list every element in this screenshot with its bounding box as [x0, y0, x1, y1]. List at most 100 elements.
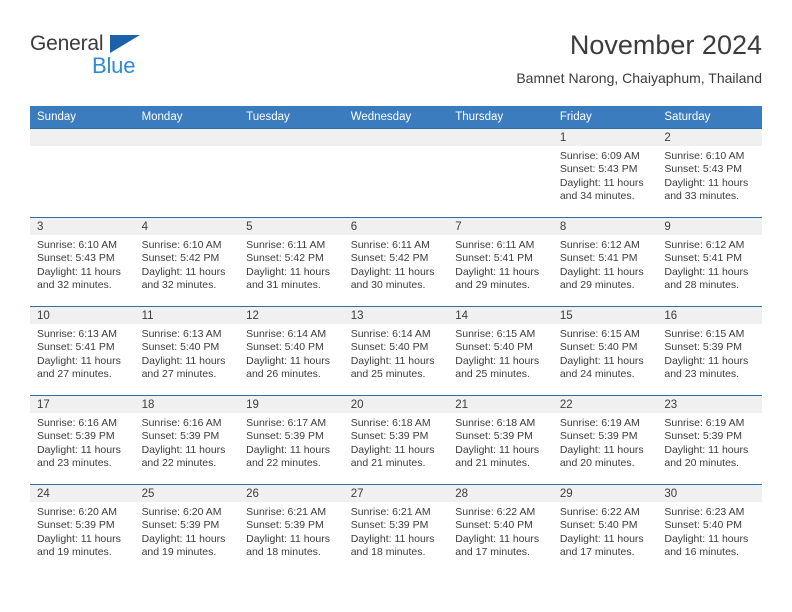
- day-details: Sunrise: 6:20 AM Sunset: 5:39 PM Daylight:…: [135, 502, 240, 560]
- daylight-text: Daylight: 11 hours and 25 minutes.: [350, 354, 435, 381]
- day-number: 7: [448, 218, 553, 235]
- sunrise-text: Sunrise: 6:13 AM: [141, 328, 222, 340]
- sunrise-text: Sunrise: 6:12 AM: [559, 239, 640, 251]
- sunrise-text: Sunrise: 6:23 AM: [664, 506, 745, 518]
- sunrise-text: Sunrise: 6:21 AM: [246, 506, 327, 518]
- daylight-text: Daylight: 11 hours and 27 minutes.: [37, 354, 121, 381]
- page-title: November 2024: [569, 30, 762, 60]
- daylight-text: Daylight: 11 hours and 28 minutes.: [664, 265, 749, 292]
- calendar-day-cell[interactable]: 10 Sunrise: 6:13 AM Sunset: 5:41 PM Dayligh…: [30, 306, 135, 396]
- day-details: Sunrise: 6:13 AM Sunset: 5:40 PM Daylight:…: [135, 324, 240, 382]
- day-cell-content: 14 Sunrise: 6:15 AM Sunset: 5:40 PM Dayligh…: [448, 307, 553, 395]
- calendar-day-cell[interactable]: 18 Sunrise: 6:16 AM Sunset: 5:39 PM Dayligh…: [134, 395, 240, 485]
- calendar-day-cell[interactable]: 2 Sunrise: 6:10 AM Sunset: 5:43 PM Daylight…: [657, 128, 762, 218]
- calendar-day-cell[interactable]: 4 Sunrise: 6:10 AM Sunset: 5:42 PM Daylight…: [134, 217, 240, 307]
- day-number: 29: [552, 485, 658, 502]
- page-subtitle: Bamnet Narong, Chaiyaphum, Thailand: [516, 70, 762, 86]
- page-header: General Blue November 2024 Bamnet Narong…: [30, 28, 762, 98]
- sunrise-text: Sunrise: 6:20 AM: [141, 506, 222, 518]
- calendar-day-cell[interactable]: 30 Sunrise: 6:23 AM Sunset: 5:40 PM Dayligh…: [657, 484, 762, 573]
- calendar-day-cell[interactable]: 11 Sunrise: 6:13 AM Sunset: 5:40 PM Dayligh…: [134, 306, 240, 396]
- calendar-day-cell[interactable]: 15 Sunrise: 6:15 AM Sunset: 5:40 PM Dayligh…: [552, 306, 658, 396]
- calendar-day-cell[interactable]: [343, 128, 449, 218]
- daylight-text: Daylight: 11 hours and 24 minutes.: [559, 354, 644, 381]
- daylight-text: Daylight: 11 hours and 16 minutes.: [664, 532, 749, 559]
- daylight-text: Daylight: 11 hours and 31 minutes.: [246, 265, 330, 292]
- calendar-day-cell[interactable]: 6 Sunrise: 6:11 AM Sunset: 5:42 PM Daylight…: [343, 217, 449, 307]
- day-cell-content: 25 Sunrise: 6:20 AM Sunset: 5:39 PM Dayligh…: [134, 485, 240, 573]
- daylight-text: Daylight: 11 hours and 30 minutes.: [350, 265, 435, 292]
- day-cell-content: 17 Sunrise: 6:16 AM Sunset: 5:39 PM Dayligh…: [30, 396, 135, 484]
- calendar-day-cell[interactable]: 3 Sunrise: 6:10 AM Sunset: 5:43 PM Daylight…: [30, 217, 135, 307]
- weekday-header-sunday: Sunday: [30, 106, 135, 129]
- calendar-day-cell[interactable]: 16 Sunrise: 6:15 AM Sunset: 5:39 PM Dayligh…: [657, 306, 762, 396]
- sunrise-text: Sunrise: 6:20 AM: [37, 506, 117, 518]
- day-number: 3: [30, 218, 135, 235]
- calendar-day-cell[interactable]: [448, 128, 553, 218]
- sunset-text: Sunset: 5:40 PM: [559, 519, 638, 532]
- calendar-day-cell[interactable]: 28 Sunrise: 6:22 AM Sunset: 5:40 PM Dayligh…: [448, 484, 553, 573]
- calendar-day-cell[interactable]: 25 Sunrise: 6:20 AM Sunset: 5:39 PM Dayligh…: [134, 484, 240, 573]
- day-cell-content: 10 Sunrise: 6:13 AM Sunset: 5:41 PM Dayligh…: [30, 307, 135, 395]
- calendar-day-cell[interactable]: 19 Sunrise: 6:17 AM Sunset: 5:39 PM Dayligh…: [239, 395, 344, 485]
- sunset-text: Sunset: 5:40 PM: [350, 341, 429, 354]
- sunrise-text: Sunrise: 6:13 AM: [37, 328, 117, 340]
- calendar-day-cell[interactable]: [30, 128, 135, 218]
- day-number: 28: [448, 485, 553, 502]
- sunrise-text: Sunrise: 6:10 AM: [664, 150, 745, 162]
- day-details: Sunrise: 6:21 AM Sunset: 5:39 PM Daylight:…: [344, 502, 449, 560]
- day-number: [343, 129, 449, 146]
- day-cell-content: 20 Sunrise: 6:18 AM Sunset: 5:39 PM Dayligh…: [343, 396, 449, 484]
- weekday-header-saturday: Saturday: [657, 106, 762, 129]
- sunrise-text: Sunrise: 6:22 AM: [455, 506, 536, 518]
- daylight-text: Daylight: 11 hours and 23 minutes.: [37, 443, 121, 470]
- day-cell-content: 26 Sunrise: 6:21 AM Sunset: 5:39 PM Dayligh…: [239, 485, 344, 573]
- sunset-text: Sunset: 5:41 PM: [455, 252, 533, 265]
- day-details: Sunrise: 6:18 AM Sunset: 5:39 PM Daylight:…: [448, 413, 553, 471]
- calendar-day-cell[interactable]: [239, 128, 344, 218]
- calendar-day-cell[interactable]: 14 Sunrise: 6:15 AM Sunset: 5:40 PM Dayligh…: [448, 306, 553, 396]
- day-cell-content: [134, 129, 240, 217]
- day-details: Sunrise: 6:22 AM Sunset: 5:40 PM Daylight:…: [553, 502, 658, 560]
- calendar-day-cell[interactable]: 12 Sunrise: 6:14 AM Sunset: 5:40 PM Dayligh…: [239, 306, 344, 396]
- calendar-day-cell[interactable]: [134, 128, 240, 218]
- calendar-day-cell[interactable]: 17 Sunrise: 6:16 AM Sunset: 5:39 PM Dayligh…: [30, 395, 135, 485]
- daylight-text: Daylight: 11 hours and 22 minutes.: [246, 443, 330, 470]
- calendar-day-cell[interactable]: 7 Sunrise: 6:11 AM Sunset: 5:41 PM Daylight…: [448, 217, 553, 307]
- daylight-text: Daylight: 11 hours and 18 minutes.: [350, 532, 435, 559]
- calendar-day-cell[interactable]: 24 Sunrise: 6:20 AM Sunset: 5:39 PM Dayligh…: [30, 484, 135, 573]
- day-details: Sunrise: 6:10 AM Sunset: 5:42 PM Daylight:…: [135, 235, 240, 293]
- calendar-day-cell[interactable]: 1 Sunrise: 6:09 AM Sunset: 5:43 PM Daylight…: [552, 128, 658, 218]
- day-number: 20: [343, 396, 449, 413]
- day-number: 9: [657, 218, 762, 235]
- day-cell-content: [343, 129, 449, 217]
- day-details: Sunrise: 6:23 AM Sunset: 5:40 PM Daylight:…: [657, 502, 762, 560]
- calendar-day-cell[interactable]: 5 Sunrise: 6:11 AM Sunset: 5:42 PM Daylight…: [239, 217, 344, 307]
- calendar-day-cell[interactable]: 22 Sunrise: 6:19 AM Sunset: 5:39 PM Dayligh…: [552, 395, 658, 485]
- sunset-text: Sunset: 5:39 PM: [664, 430, 743, 443]
- sunset-text: Sunset: 5:39 PM: [246, 519, 324, 532]
- day-details: Sunrise: 6:10 AM Sunset: 5:43 PM Daylight:…: [30, 235, 135, 293]
- calendar-day-cell[interactable]: 9 Sunrise: 6:12 AM Sunset: 5:41 PM Daylight…: [657, 217, 762, 307]
- calendar-day-cell[interactable]: 29 Sunrise: 6:22 AM Sunset: 5:40 PM Dayligh…: [552, 484, 658, 573]
- day-number: 5: [239, 218, 344, 235]
- weekday-header-thursday: Thursday: [448, 106, 553, 129]
- calendar-day-cell[interactable]: 8 Sunrise: 6:12 AM Sunset: 5:41 PM Daylight…: [552, 217, 658, 307]
- day-number: 23: [657, 396, 762, 413]
- day-cell-content: 6 Sunrise: 6:11 AM Sunset: 5:42 PM Daylight…: [343, 218, 449, 306]
- calendar-day-cell[interactable]: 26 Sunrise: 6:21 AM Sunset: 5:39 PM Dayligh…: [239, 484, 344, 573]
- day-cell-content: 22 Sunrise: 6:19 AM Sunset: 5:39 PM Dayligh…: [552, 396, 658, 484]
- day-cell-content: 30 Sunrise: 6:23 AM Sunset: 5:40 PM Dayligh…: [657, 485, 762, 573]
- calendar-day-cell[interactable]: 27 Sunrise: 6:21 AM Sunset: 5:39 PM Dayligh…: [343, 484, 449, 573]
- sunrise-text: Sunrise: 6:22 AM: [559, 506, 640, 518]
- day-cell-content: 7 Sunrise: 6:11 AM Sunset: 5:41 PM Daylight…: [448, 218, 553, 306]
- calendar-day-cell[interactable]: 13 Sunrise: 6:14 AM Sunset: 5:40 PM Dayligh…: [343, 306, 449, 396]
- title-block: November 2024 Bamnet Narong, Chaiyaphum,…: [516, 28, 762, 88]
- calendar-day-cell[interactable]: 20 Sunrise: 6:18 AM Sunset: 5:39 PM Dayligh…: [343, 395, 449, 485]
- calendar-day-cell[interactable]: 23 Sunrise: 6:19 AM Sunset: 5:39 PM Dayligh…: [657, 395, 762, 485]
- calendar-day-cell[interactable]: 21 Sunrise: 6:18 AM Sunset: 5:39 PM Dayligh…: [448, 395, 553, 485]
- generalblue-logo[interactable]: General Blue: [30, 32, 230, 88]
- day-number: 27: [343, 485, 449, 502]
- day-number: 13: [343, 307, 449, 324]
- day-number: 10: [30, 307, 135, 324]
